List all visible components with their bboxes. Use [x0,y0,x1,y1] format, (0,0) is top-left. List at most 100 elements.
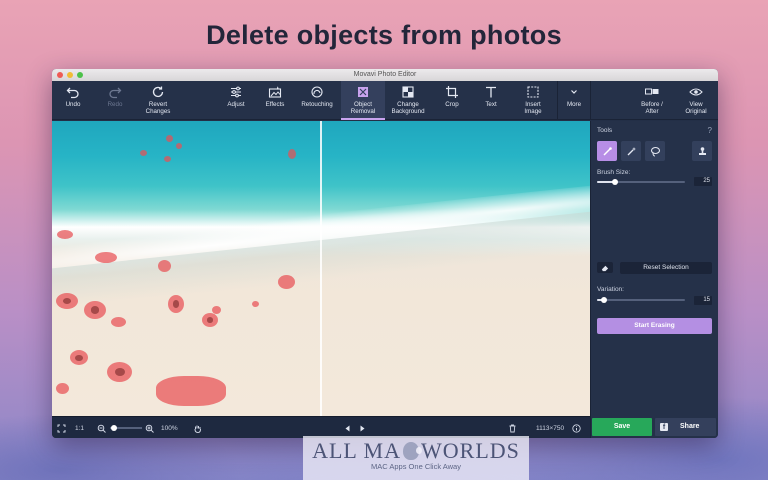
before-after-label: Before / After [641,101,663,115]
text-label: Text [485,101,497,108]
facebook-icon: f [660,423,668,431]
adjust-button[interactable]: Adjust [218,81,254,120]
zoom-slider-handle[interactable] [111,425,117,431]
zoom-in-button[interactable] [145,417,154,438]
stamp-tool-button[interactable] [692,141,712,161]
variation-value[interactable]: 15 [694,296,712,305]
share-button[interactable]: f Share [655,418,716,436]
photo-canvas[interactable] [52,121,590,416]
effects-button[interactable]: Effects [257,81,293,120]
caret-left-icon [345,425,350,431]
watermark-left: ALL MA [312,438,401,463]
before-after-divider[interactable] [320,121,322,416]
image-dimensions: 1113×750 [536,424,565,432]
redo-label: Redo [107,101,123,108]
revert-label: Revert Changes [145,101,171,115]
variation-slider[interactable] [597,297,685,303]
before-after-button[interactable]: Before / After [632,81,672,120]
caret-right-icon [360,425,365,431]
redo-button[interactable]: Redo [96,81,134,120]
selection-mark [95,252,117,263]
undo-button[interactable]: Undo [54,81,92,120]
status-bar: 1:1 100% 1113×750 [52,416,590,438]
insert-image-icon [527,86,539,98]
view-original-label: View Original [685,101,707,115]
brush-size-handle[interactable] [612,179,618,185]
effects-icon [268,86,282,98]
trash-icon [509,424,516,432]
image-info-button[interactable] [572,417,581,438]
selection-mark [278,275,295,289]
variation-handle[interactable] [601,297,607,303]
selection-mark [70,350,88,365]
change-background-label: Change Background [391,101,425,115]
retouching-label: Retouching [301,101,333,108]
brush-size-value[interactable]: 25 [694,177,712,186]
before-after-icon [645,88,659,95]
zoom-out-button[interactable] [97,417,106,438]
brush-size-slider[interactable] [597,179,685,185]
insert-image-button[interactable]: Insert Image [513,81,553,120]
title-bar: Movavi Photo Editor [52,69,718,81]
magic-wand-icon [627,146,636,155]
minimize-window-button[interactable] [67,72,73,78]
view-original-button[interactable]: View Original [676,81,716,120]
watermark: ALL MA WORLDS MAC Apps One Click Away [303,436,529,480]
selection-mark [158,260,171,272]
toolbar-divider [590,81,591,120]
crop-label: Crop [445,101,459,108]
hand-tool-button[interactable] [193,417,202,438]
change-background-button[interactable]: Change Background [386,81,430,120]
window-controls [57,72,83,78]
object-removal-button[interactable]: Object Removal [341,81,385,120]
retouching-button[interactable]: Retouching [297,81,337,120]
zoom-in-icon [145,424,154,433]
text-button[interactable]: Text [473,81,509,120]
selection-mark [212,306,221,314]
next-image-button[interactable] [358,417,367,438]
object-removal-icon [358,87,368,97]
previous-image-button[interactable] [343,417,352,438]
eraser-icon [601,265,609,271]
fit-screen-button[interactable] [57,417,66,438]
crop-button[interactable]: Crop [434,81,470,120]
brush-icon [602,146,612,156]
zoom-level: 100% [161,424,178,432]
selection-mark [156,376,226,406]
adjust-label: Adjust [227,101,245,108]
lasso-tool-button[interactable] [645,141,665,161]
save-button[interactable]: Save [592,418,652,436]
selection-mark [140,150,147,156]
selection-mark [252,301,259,307]
change-background-icon [402,86,414,98]
brush-size-label: Brush Size: [597,169,631,176]
selection-mark [176,143,182,149]
object-removal-label: Object Removal [350,101,376,115]
selection-mark [164,156,171,162]
watermark-logo: ALL MA WORLDS [303,437,529,465]
actual-size-button[interactable]: 1:1 [75,417,84,438]
redo-icon [109,87,122,99]
brush-tool-button[interactable] [597,141,617,161]
selection-mark [56,383,69,394]
close-window-button[interactable] [57,72,63,78]
selection-mark [107,362,132,382]
eraser-toggle-button[interactable] [597,262,613,273]
eye-icon [689,88,703,96]
selection-mark [84,301,106,319]
delete-button[interactable] [508,417,517,438]
start-erasing-button[interactable]: Start Erasing [597,318,712,334]
revert-changes-button[interactable]: Revert Changes [136,81,180,120]
zoom-window-button[interactable] [77,72,83,78]
help-icon[interactable]: ? [708,126,712,135]
hand-icon [194,425,201,433]
retouching-icon [311,86,323,98]
revert-icon [152,86,164,98]
tools-label: Tools [597,127,613,134]
effects-label: Effects [265,101,285,108]
magic-wand-tool-button[interactable] [621,141,641,161]
more-button[interactable]: More [558,81,590,120]
selection-mark [202,313,218,327]
reset-selection-button[interactable]: Reset Selection [620,262,712,274]
page-headline: Delete objects from photos [206,20,562,50]
